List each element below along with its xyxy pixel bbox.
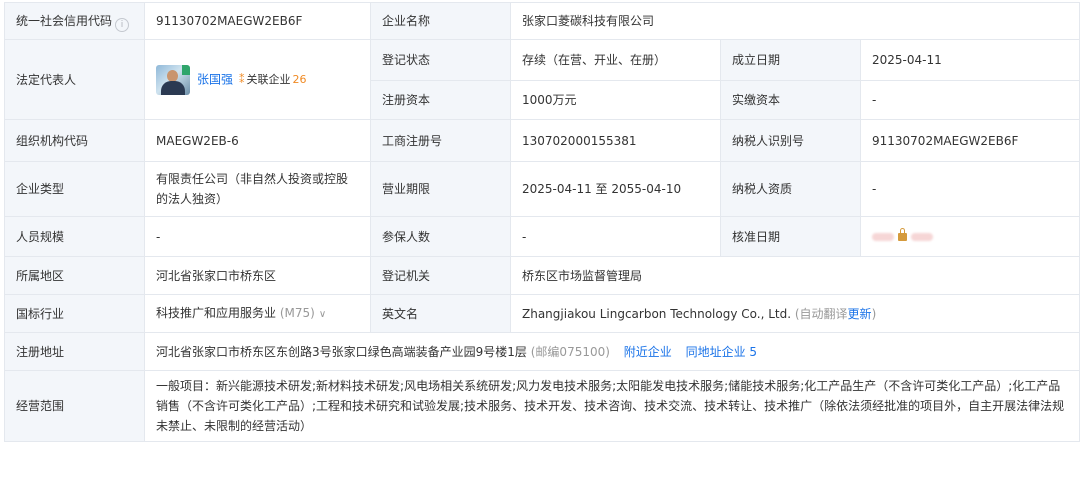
company-info-panel: 统一社会信用代码 i 91130702MAEGW2EB6F 企业名称 张家口菱碳科… (4, 2, 1080, 442)
legal-rep-label: 法定代表人 (4, 39, 145, 120)
address-cell: 河北省张家口市桥东区东创路3号张家口绿色高端装备产业园9号楼1层 (邮编0751… (144, 332, 1080, 371)
org-code-label: 组织机构代码 (4, 119, 145, 162)
english-name-label: 英文名 (370, 294, 511, 333)
table-row: 注册地址 河北省张家口市桥东区东创路3号张家口绿色高端装备产业园9号楼1层 (邮… (4, 332, 1080, 371)
paid-capital-label: 实缴资本 (720, 80, 861, 120)
blurred-value (911, 233, 933, 241)
legal-rep-name-link[interactable]: 张国强 (197, 72, 233, 86)
auto-translate-note: (自动翻译 (794, 306, 848, 321)
status-value: 存续（在营、开业、在册） (510, 39, 721, 81)
table-row: 企业类型 有限责任公司（非自然人投资或控股的法人独资） 营业期限 2025-04… (4, 161, 1080, 217)
insured-count-value: - (510, 216, 721, 257)
industry-code: (M75) (279, 305, 315, 320)
table-row: 国标行业 科技推广和应用服务业 (M75) ∨ 英文名 Zhangjiakou L… (4, 294, 1080, 333)
table-row: 人员规模 - 参保人数 - 核准日期 (4, 216, 1080, 257)
approval-date-value[interactable] (860, 216, 1080, 257)
reg-no-value: 130702000155381 (510, 119, 721, 162)
table-row: 组织机构代码 MAEGW2EB-6 工商注册号 130702000155381 … (4, 119, 1080, 162)
business-scope-value: 一般项目：新兴能源技术研发;新材料技术研发;风电场相关系统研发;风力发电技术服务… (144, 370, 1080, 442)
info-icon[interactable]: i (115, 17, 130, 32)
english-name-value: Zhangjiakou Lingcarbon Technology Co., L… (522, 306, 792, 321)
industry-cell[interactable]: 科技推广和应用服务业 (M75) ∨ (144, 294, 371, 333)
founded-label: 成立日期 (720, 39, 861, 81)
approval-date-label: 核准日期 (720, 216, 861, 257)
reg-capital-value: 1000万元 (510, 80, 721, 120)
table-row: 统一社会信用代码 i 91130702MAEGW2EB6F 企业名称 张家口菱碳科… (4, 2, 1080, 40)
reg-no-label: 工商注册号 (370, 119, 511, 162)
related-companies-badge[interactable]: ⁑ 关联企业 26 (239, 70, 307, 90)
tax-qualification-value: - (860, 161, 1080, 217)
nearby-companies-link[interactable]: 附近企业 (624, 345, 672, 359)
credit-code-label: 统一社会信用代码 (16, 13, 113, 28)
postal-code: (邮编075100) (530, 344, 610, 359)
taxpayer-id-label: 纳税人识别号 (720, 119, 861, 162)
chevron-down-icon[interactable]: ∨ (319, 309, 326, 320)
org-code-value: MAEGW2EB-6 (144, 119, 371, 162)
address-label: 注册地址 (4, 332, 145, 371)
lock-icon[interactable] (898, 228, 907, 241)
business-term-label: 营业期限 (370, 161, 511, 217)
region-label: 所属地区 (4, 256, 145, 295)
blurred-value (872, 233, 894, 241)
company-name-label: 企业名称 (370, 2, 511, 40)
region-value: 河北省张家口市桥东区 (144, 256, 371, 295)
legal-rep-cell: 张国强 ⁑ 关联企业 26 (144, 39, 371, 120)
related-companies-icon: ⁑ (239, 73, 245, 86)
staff-size-label: 人员规模 (4, 216, 145, 257)
insured-count-label: 参保人数 (370, 216, 511, 257)
tax-qualification-label: 纳税人资质 (720, 161, 861, 217)
business-term-value: 2025-04-11 至 2055-04-10 (510, 161, 721, 217)
company-info-table: 统一社会信用代码 i 91130702MAEGW2EB6F 企业名称 张家口菱碳科… (4, 2, 1080, 442)
staff-size-value: - (144, 216, 371, 257)
company-type-label: 企业类型 (4, 161, 145, 217)
same-address-companies-link[interactable]: 同地址企业 5 (686, 345, 757, 359)
business-scope-label: 经营范围 (4, 370, 145, 442)
credit-code-value: 91130702MAEGW2EB6F (144, 2, 371, 40)
table-row: 所属地区 河北省张家口市桥东区 登记机关 桥东区市场监督管理局 (4, 256, 1080, 295)
credit-code-label-cell: 统一社会信用代码 i (4, 2, 145, 40)
update-link[interactable]: 更新 (848, 307, 872, 321)
related-count: 26 (292, 73, 307, 86)
table-row: 经营范围 一般项目：新兴能源技术研发;新材料技术研发;风电场相关系统研发;风力发… (4, 370, 1080, 442)
reg-authority-value: 桥东区市场监督管理局 (510, 256, 1080, 295)
company-name-value: 张家口菱碳科技有限公司 (510, 2, 1080, 40)
company-type-value: 有限责任公司（非自然人投资或控股的法人独资） (144, 161, 371, 217)
address-value: 河北省张家口市桥东区东创路3号张家口绿色高端装备产业园9号楼1层 (156, 344, 527, 359)
taxpayer-id-value: 91130702MAEGW2EB6F (860, 119, 1080, 162)
reg-capital-label: 注册资本 (370, 80, 511, 120)
founded-value: 2025-04-11 (860, 39, 1080, 81)
reg-authority-label: 登记机关 (370, 256, 511, 295)
industry-label: 国标行业 (4, 294, 145, 333)
english-name-cell: Zhangjiakou Lingcarbon Technology Co., L… (510, 294, 1080, 333)
industry-value: 科技推广和应用服务业 (156, 305, 277, 320)
status-label: 登记状态 (370, 39, 511, 81)
paid-capital-value: - (860, 80, 1080, 120)
avatar[interactable] (156, 64, 190, 95)
table-row: 法定代表人 张国强 ⁑ 关联企业 26 登记状态 存续（在营、开业、在册） 成立日期 … (4, 39, 1080, 120)
